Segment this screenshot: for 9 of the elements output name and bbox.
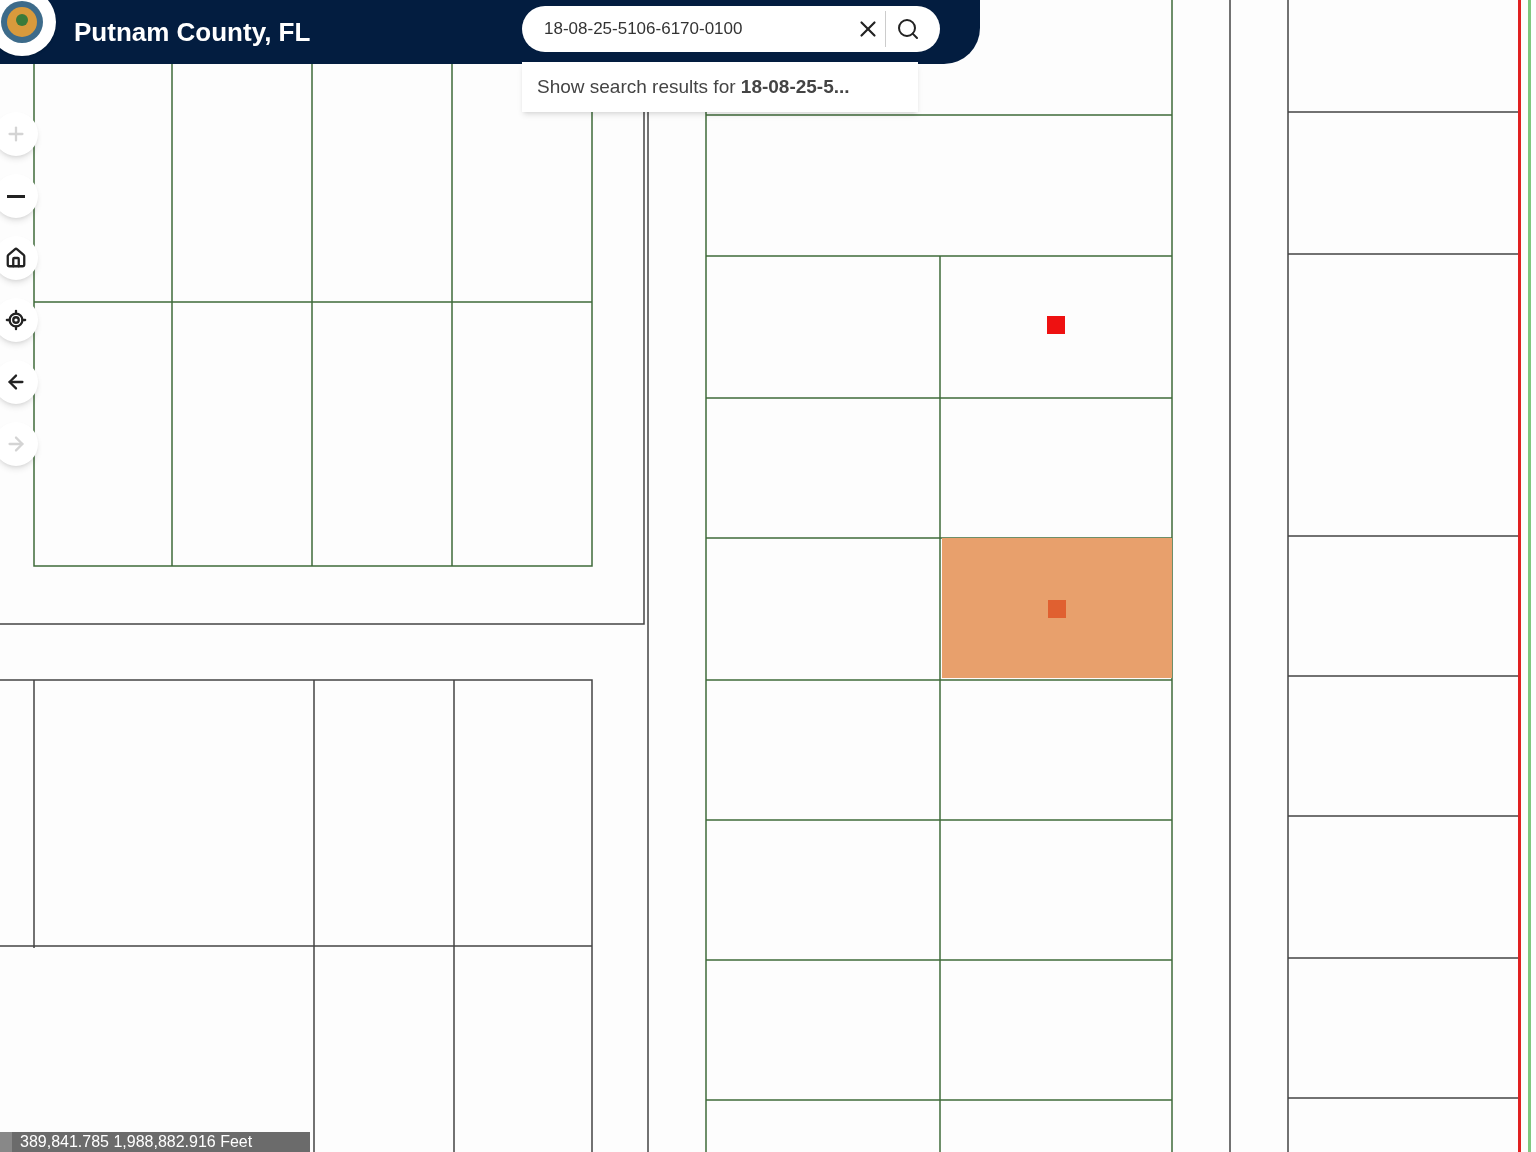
header-title: Putnam County, FL	[74, 15, 311, 49]
search-field[interactable]: 18-08-25-5106-6170-0100	[522, 6, 940, 52]
search-text: 18-08-25-5106-6170-0100	[544, 18, 744, 41]
crosshair-icon	[5, 309, 27, 331]
suggestion-item[interactable]: Show search results for 18-08-25-5...	[522, 62, 918, 112]
home-icon	[5, 247, 27, 269]
search-icon	[896, 17, 920, 41]
minus-icon	[7, 194, 25, 198]
coordinates-bar: 389,841.785 1,988,882.916 Feet	[0, 1132, 310, 1152]
